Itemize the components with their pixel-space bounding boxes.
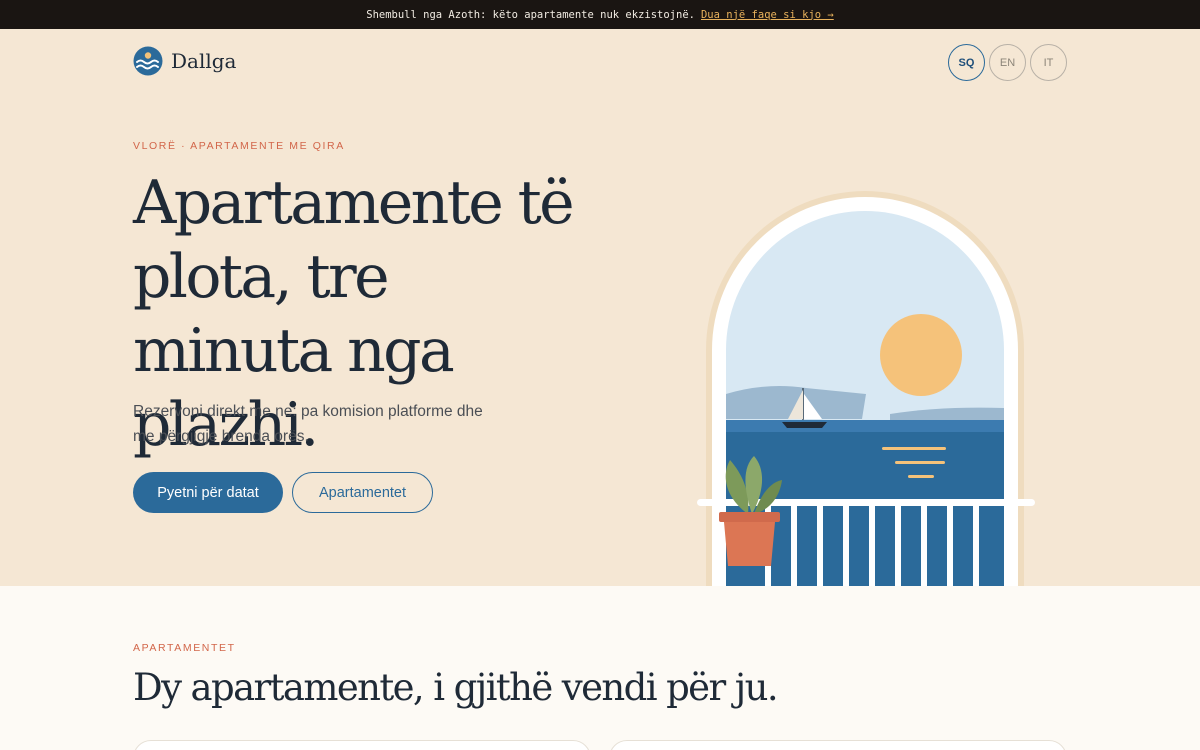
demo-banner-link[interactable]: Dua një faqe si kjo → <box>701 9 834 21</box>
lang-sq-button[interactable]: SQ <box>948 44 985 81</box>
hero-description: Rezervoni direkt me ne: pa komision plat… <box>133 403 483 445</box>
apartments-section: APARTAMENTET Dy apartamente, i gjithë ve… <box>0 586 1200 750</box>
language-switcher: SQ EN IT <box>948 44 1067 81</box>
apartments-eyebrow: APARTAMENTET <box>133 642 236 654</box>
hero-eyebrow: VLORË · APARTAMENTE ME QIRA <box>133 140 345 152</box>
apartments-title: Dy apartamente, i gjithë vendi për ju. <box>133 666 779 709</box>
demo-banner: Shembull nga Azoth: këto apartamente nuk… <box>0 0 1200 29</box>
site-header: Dallga SQ EN IT <box>133 44 1067 81</box>
wave-logo-icon <box>133 46 163 76</box>
brand-name: Dallga <box>171 49 237 73</box>
ask-dates-button[interactable]: Pyetni për datat <box>133 472 283 513</box>
logo[interactable]: Dallga <box>133 46 236 76</box>
sun-icon <box>880 314 962 396</box>
apartment-card[interactable] <box>133 740 591 750</box>
apartments-button[interactable]: Apartamentet <box>292 472 433 513</box>
apartment-card[interactable] <box>609 740 1067 750</box>
demo-banner-message: Shembull nga Azoth: këto apartamente nuk… <box>366 8 695 21</box>
lang-it-button[interactable]: IT <box>1030 44 1067 81</box>
lang-en-button[interactable]: EN <box>989 44 1026 81</box>
balcony-sea-illustration <box>697 191 1035 586</box>
